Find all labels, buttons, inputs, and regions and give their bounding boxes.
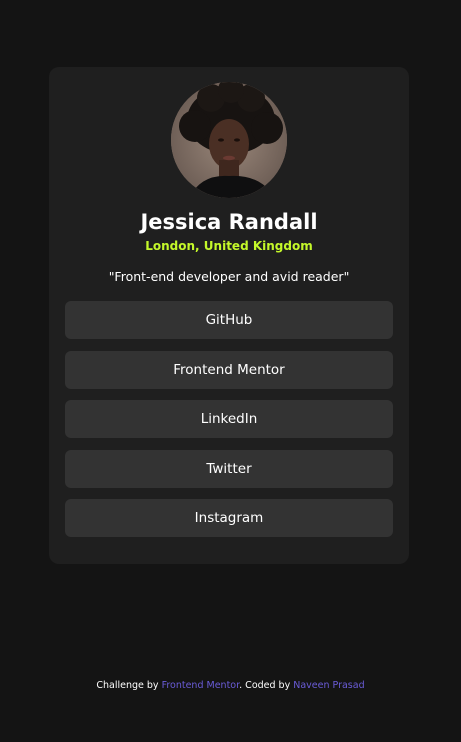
footer-prefix: Challenge by [96, 680, 162, 691]
github-link-button[interactable]: GitHub [65, 301, 393, 339]
instagram-link-button[interactable]: Instagram [65, 499, 393, 537]
attribution-footer: Challenge by Frontend Mentor. Coded by N… [0, 680, 461, 692]
linkedin-link-button[interactable]: LinkedIn [65, 400, 393, 438]
footer-middle: . Coded by [239, 680, 294, 691]
frontend-mentor-link-button[interactable]: Frontend Mentor [65, 350, 393, 389]
twitter-link-button[interactable]: Twitter [65, 449, 393, 488]
challenge-link[interactable]: Frontend Mentor [162, 680, 240, 691]
profile-location: London, United Kingdom [145, 239, 313, 253]
profile-bio: "Front-end developer and avid reader" [108, 269, 350, 284]
social-links: GitHub Frontend Mentor LinkedIn Twitter … [65, 301, 393, 549]
avatar [171, 82, 287, 198]
profile-name: Jessica Randall [140, 210, 318, 234]
profile-card: Jessica Randall London, United Kingdom "… [49, 67, 409, 564]
avatar-portrait-icon [171, 82, 287, 198]
author-link[interactable]: Naveen Prasad [293, 680, 364, 691]
